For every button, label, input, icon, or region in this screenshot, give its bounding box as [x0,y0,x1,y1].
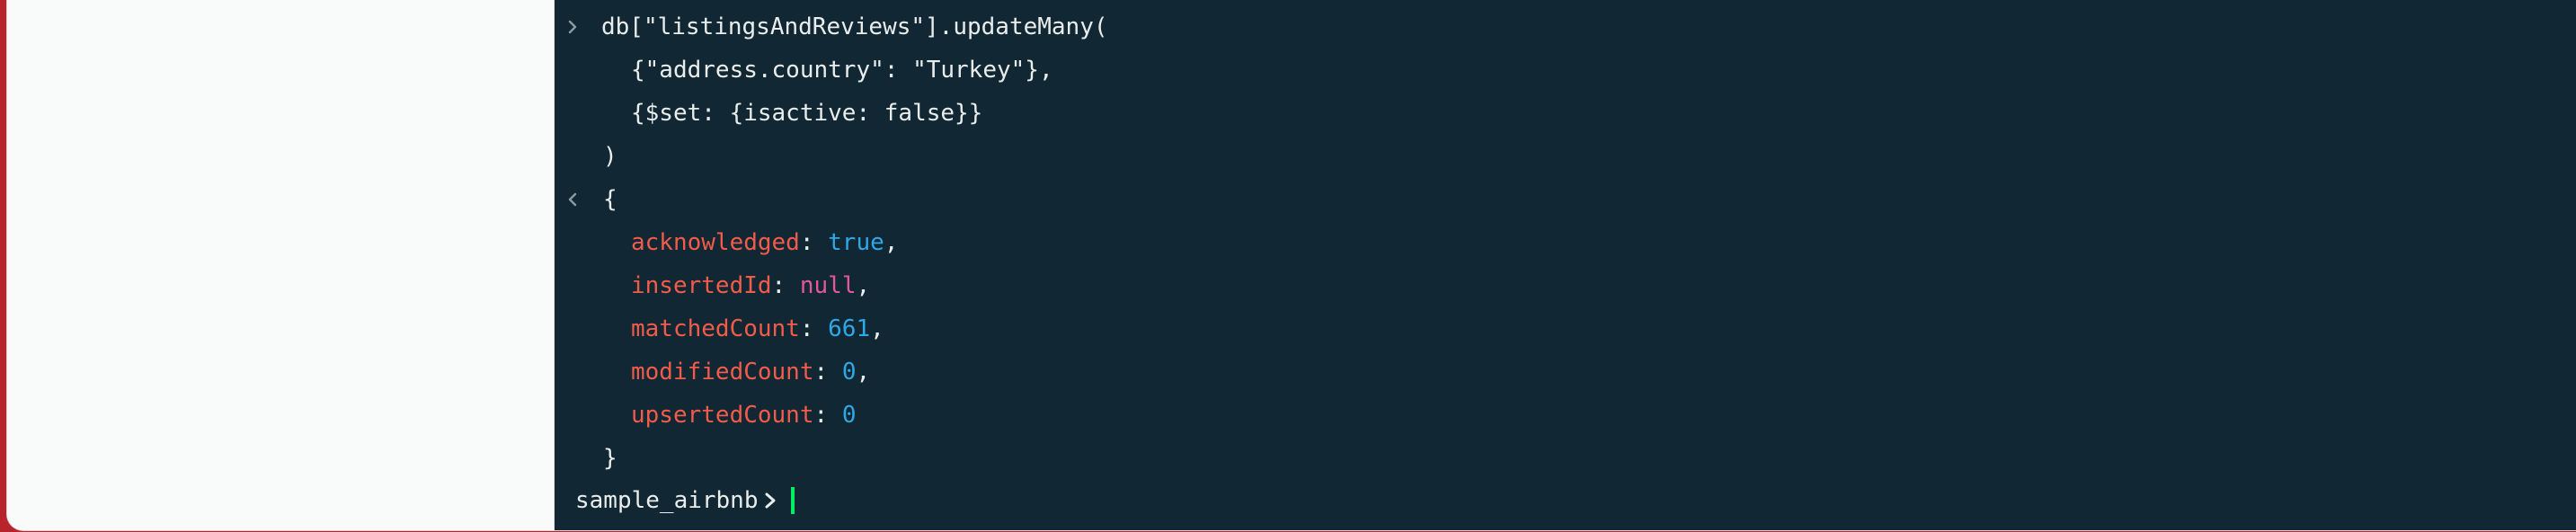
text-cursor[interactable] [790,487,795,514]
output-close-brace: } [603,445,617,472]
field-value: null [799,272,857,299]
app-window: db["listingsAndReviews"].updateMany( {"a… [7,0,2576,530]
shell-history: db["listingsAndReviews"].updateMany( {"a… [555,5,2576,480]
field-value: 0 [841,359,857,386]
field-separator: , [856,359,871,386]
output-field: upsertedCount: 0 [631,402,857,429]
mongosh-shell[interactable]: db["listingsAndReviews"].updateMany( {"a… [555,0,2576,530]
output-chevron-icon [564,178,582,221]
command-text: {$set: {isactive: false}} [631,100,983,127]
output-line: } [555,437,2576,480]
field-value: true [828,229,884,256]
input-line: {$set: {isactive: false}} [555,92,2576,135]
field-key: matchedCount [631,315,800,342]
field-separator: , [870,315,884,342]
prompt-chevron-icon [764,491,778,510]
command-text: ) [603,143,617,170]
output-field: insertedId: null, [631,272,871,299]
input-line: db["listingsAndReviews"].updateMany( [555,5,2576,49]
field-key: acknowledged [631,229,800,256]
output-field: matchedCount: 661, [631,315,884,342]
field-separator: , [884,229,899,256]
field-value: 0 [841,402,857,429]
field-value: 661 [828,315,871,342]
sidebar-panel [7,0,555,530]
output-field: modifiedCount: 0, [631,359,871,386]
input-line: ) [555,135,2576,178]
input-chevron-icon [564,5,582,49]
field-key: insertedId [631,272,772,299]
shell-prompt[interactable]: sample_airbnb [575,479,795,522]
prompt-database-name: sample_airbnb [575,487,759,514]
command-text: {"address.country": "Turkey"}, [631,57,1053,84]
output-field: acknowledged: true, [631,229,899,256]
command-text: db["listingsAndReviews"].updateMany( [601,13,1108,40]
field-separator: , [856,272,871,299]
output-line: { [555,178,2576,221]
field-key: upsertedCount [631,402,814,429]
output-open-brace: { [603,186,617,213]
input-line: {"address.country": "Turkey"}, [555,49,2576,92]
field-key: modifiedCount [631,359,814,386]
